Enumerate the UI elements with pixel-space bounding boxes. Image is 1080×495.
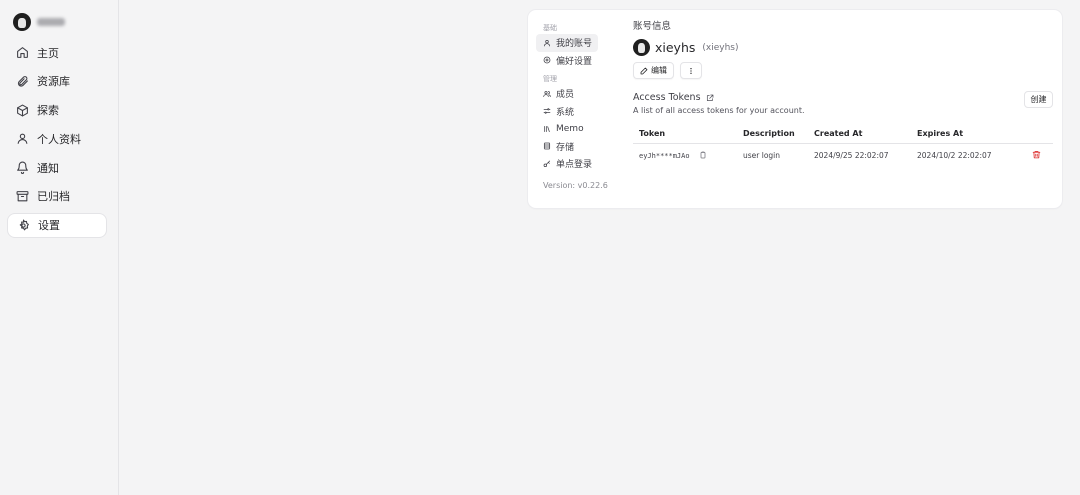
nav-item-explore[interactable]: 探索 [7, 98, 107, 123]
avatar [633, 39, 650, 56]
settings-nav-label: 存储 [556, 142, 575, 153]
access-tokens-title-row: Access Tokens [633, 92, 1053, 103]
nav-item-label: 探索 [37, 104, 59, 118]
account-content: 账号信息 xieyhs (xieyhs) 编辑 Access Tokens A … [633, 20, 1053, 168]
section-label-admin: 管理 [543, 75, 557, 83]
version-label: Version: v0.22.6 [543, 180, 608, 190]
settings-nav-label: 成员 [556, 90, 575, 101]
nav-item-label: 已归档 [37, 190, 70, 204]
token-value: eyJh****mJAo [639, 151, 690, 160]
preferences-icon [543, 56, 551, 64]
settings-nav-label: 系统 [556, 107, 575, 118]
pencil-icon [640, 67, 648, 74]
profile-row: xieyhs (xieyhs) [633, 39, 1053, 56]
settings-card: 基础 我的账号 偏好设置 管理 成员 系统 Memo 存储 单点登录 Versi… [528, 10, 1062, 208]
nav-item-label: 资源库 [37, 75, 70, 89]
expires-at-cell: 2024/10/2 22:02:07 [917, 151, 992, 161]
archive-icon [16, 191, 29, 202]
edit-button-label: 编辑 [651, 66, 667, 75]
table-header-row: Token Description Created At Expires At [633, 124, 1053, 144]
profile-actions: 编辑 [633, 62, 1053, 79]
access-tokens-title: Access Tokens [633, 92, 701, 103]
nav-item-label: 设置 [38, 219, 60, 233]
page-title: 账号信息 [633, 21, 672, 32]
settings-nav-label: 偏好设置 [556, 56, 593, 67]
settings-nav-storage[interactable]: 存储 [536, 138, 616, 156]
nav-item-label: 主页 [37, 46, 59, 60]
nav-item-home[interactable]: 主页 [7, 40, 107, 65]
username-blurred [37, 18, 65, 26]
more-options-button[interactable] [680, 62, 702, 79]
gear-icon [19, 219, 29, 231]
library-icon [544, 125, 550, 132]
settings-nav-system[interactable]: 系统 [536, 103, 616, 121]
access-tokens-table: Token Description Created At Expires At … [633, 124, 1053, 168]
actions-cell [1021, 143, 1053, 168]
paperclip-icon [17, 75, 28, 87]
key-icon [543, 160, 551, 167]
home-icon [17, 47, 28, 58]
description-cell: user login [743, 151, 781, 161]
created-at-cell: 2024/9/25 22:02:07 [814, 151, 889, 161]
trash-icon[interactable] [1032, 150, 1041, 161]
user-icon [543, 39, 551, 47]
access-tokens-header: Access Tokens A list of all access token… [633, 91, 1053, 115]
copy-icon[interactable] [694, 151, 707, 161]
nav-item-settings[interactable]: 设置 [7, 212, 107, 238]
nav-item-resources[interactable]: 资源库 [7, 69, 107, 94]
settings-nav-sso[interactable]: 单点登录 [536, 155, 616, 173]
sliders-icon [543, 108, 551, 114]
settings-nav-my-account[interactable]: 我的账号 [536, 34, 598, 52]
column-header-created-at: Created At [808, 124, 911, 144]
nav-item-notifications[interactable]: 通知 [7, 155, 107, 180]
package-icon [17, 104, 28, 117]
create-token-button[interactable]: 创建 [1024, 91, 1053, 108]
column-header-actions [1021, 124, 1053, 144]
settings-nav-label: Memo [556, 123, 584, 134]
column-header-expires-at: Expires At [911, 124, 1021, 144]
more-vertical-icon [690, 67, 692, 74]
avatar [13, 13, 31, 31]
edit-button[interactable]: 编辑 [633, 62, 674, 79]
nav-item-archived[interactable]: 已归档 [7, 184, 107, 209]
section-label-basic: 基础 [543, 24, 557, 32]
user-menu[interactable] [13, 13, 65, 31]
access-tokens-description: A list of all access tokens for your acc… [633, 106, 805, 115]
database-icon [543, 142, 551, 150]
settings-nav: 基础 我的账号 偏好设置 管理 成员 系统 Memo 存储 单点登录 Versi… [536, 22, 616, 190]
display-name: xieyhs [655, 40, 696, 55]
settings-nav-members[interactable]: 成员 [536, 85, 616, 103]
table-row: eyJh****mJAo user login 2024/9/25 22:02:… [633, 143, 1053, 168]
nav-item-profile[interactable]: 个人资料 [7, 126, 107, 151]
nav-item-label: 通知 [37, 161, 59, 175]
username-handle: (xieyhs) [702, 42, 739, 53]
settings-nav-memo[interactable]: Memo [536, 120, 616, 138]
settings-nav-preferences[interactable]: 偏好设置 [536, 52, 616, 70]
token-cell: eyJh****mJAo [633, 143, 737, 168]
sidebar: 主页 资源库 探索 个人资料 通知 已归档 设置 [0, 0, 119, 495]
main-nav: 主页 资源库 探索 个人资料 通知 已归档 设置 [7, 40, 107, 242]
settings-nav-label: 单点登录 [556, 160, 593, 171]
column-header-description: Description [737, 124, 808, 144]
users-icon [543, 90, 551, 97]
column-header-token: Token [633, 124, 737, 144]
nav-item-label: 个人资料 [37, 132, 81, 146]
bell-icon [17, 161, 28, 175]
external-link-icon[interactable] [706, 94, 714, 102]
user-icon [17, 134, 28, 145]
settings-nav-label: 我的账号 [556, 39, 593, 50]
